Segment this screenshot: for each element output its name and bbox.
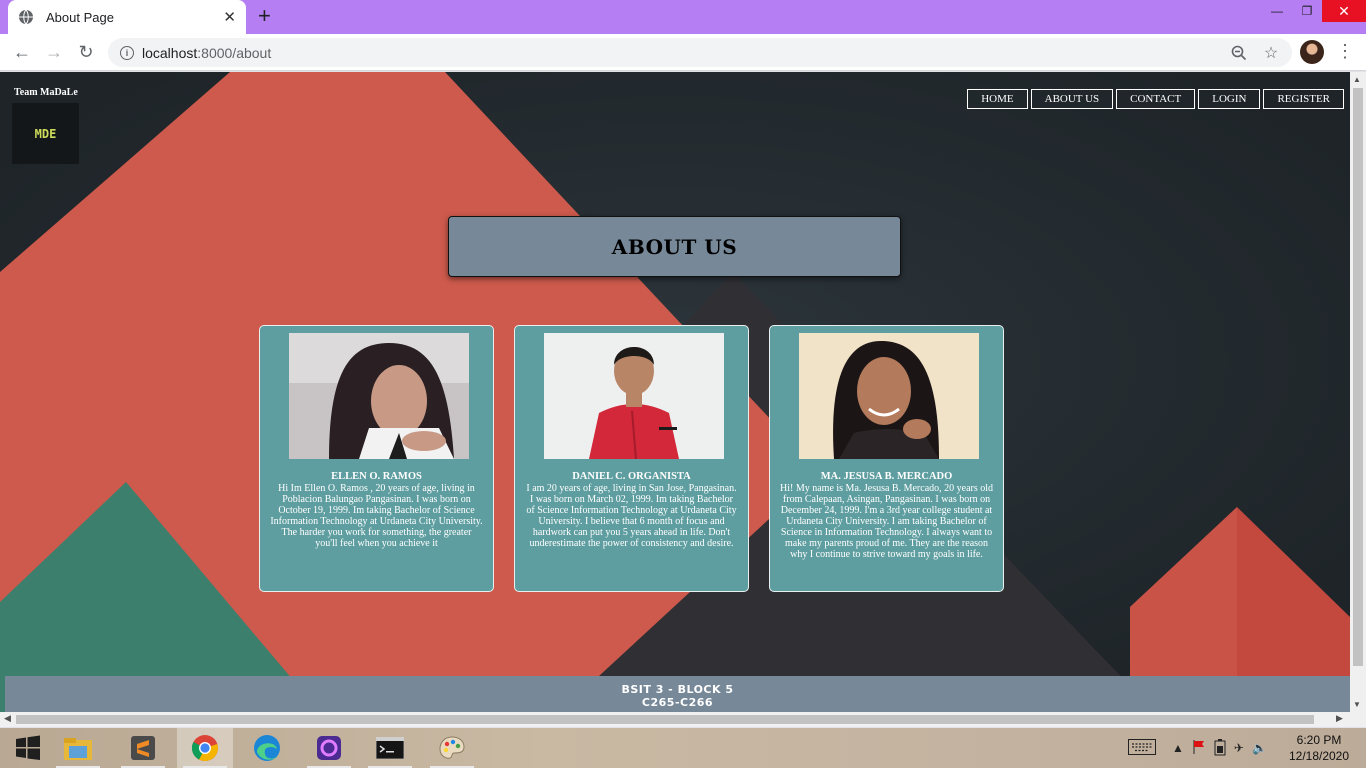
scroll-up-icon[interactable]: ▲	[1353, 75, 1361, 84]
clock-date: 12/18/2020	[1288, 749, 1350, 763]
nav-about-us[interactable]: ABOUT US	[1030, 89, 1114, 109]
battery-icon[interactable]	[1214, 738, 1226, 759]
scroll-down-icon[interactable]: ▼	[1353, 700, 1361, 709]
globe-icon	[19, 9, 33, 25]
window-controls: — ❐ ✕	[1262, 0, 1366, 22]
nav-register[interactable]: REGISTER	[1263, 89, 1344, 109]
footer-line-1: BSIT 3 - BLOCK 5	[621, 683, 734, 696]
volume-icon[interactable]: 🔈	[1252, 741, 1267, 755]
scrollbar-corner	[1350, 712, 1366, 727]
restore-icon[interactable]: ❐	[1292, 0, 1322, 22]
profile-avatar[interactable]	[1300, 40, 1324, 64]
minimize-icon[interactable]: —	[1262, 0, 1292, 22]
more-options-icon[interactable]: ⋮	[1336, 42, 1354, 60]
url-host: localhost	[142, 44, 198, 61]
member-photo	[544, 333, 724, 459]
bookmark-star-icon[interactable]: ☆	[1260, 42, 1282, 64]
back-arrow-icon[interactable]: ←	[12, 42, 32, 62]
member-bio: Hi Im Ellen O. Ramos , 20 years of age, …	[270, 483, 483, 549]
about-heading-box: ABOUT US	[448, 216, 901, 277]
nav-home[interactable]: HOME	[967, 89, 1028, 109]
airplane-mode-icon[interactable]: ✈	[1234, 741, 1244, 755]
reload-icon[interactable]: ↻	[76, 42, 96, 62]
address-bar[interactable]: i localhost:8000/about ☆	[108, 38, 1292, 67]
tab-title: About Page	[46, 9, 114, 25]
nav-login[interactable]: LOGIN	[1198, 89, 1261, 109]
member-name: MA. JESUSA B. MERCADO	[820, 471, 953, 482]
system-tray: ▲ ✈ 🔈	[1128, 728, 1267, 768]
footer-line-2: C265-C266	[641, 696, 714, 709]
chevron-up-icon[interactable]: ▲	[1172, 741, 1184, 755]
vertical-scroll-thumb[interactable]	[1353, 88, 1363, 666]
member-card: DANIEL C. ORGANISTA I am 20 years of age…	[514, 325, 749, 592]
brand-name: Team MaDaLe	[14, 87, 78, 98]
close-tab-icon[interactable]: ✕	[223, 8, 236, 26]
page-title: ABOUT US	[611, 234, 738, 259]
touch-keyboard-icon[interactable]	[1128, 738, 1156, 758]
nav-contact[interactable]: CONTACT	[1116, 89, 1196, 109]
zoom-out-icon[interactable]	[1228, 42, 1250, 64]
member-bio: Hi! My name is Ma. Jesusa B. Mercado, 20…	[780, 483, 994, 560]
start-windows-icon[interactable]	[0, 728, 56, 768]
taskbar: ▲ ✈ 🔈 6:20 PM 12/18/2020	[0, 728, 1366, 768]
new-tab-button[interactable]: +	[258, 5, 271, 27]
url-path: :8000/about	[197, 44, 272, 61]
chrome-icon[interactable]	[177, 728, 233, 768]
page-footer: BSIT 3 - BLOCK 5 C265-C266	[5, 676, 1350, 712]
horizontal-scrollbar[interactable]: ◀ ▶	[0, 712, 1350, 727]
system-clock[interactable]: 6:20 PM 12/18/2020	[1288, 732, 1350, 764]
scroll-left-icon[interactable]: ◀	[4, 713, 11, 724]
member-bio: I am 20 years of age, living in San Jose…	[526, 483, 737, 549]
page-viewport: Team MaDaLe MDE HOME ABOUT US CONTACT LO…	[0, 72, 1350, 712]
browser-toolbar: ← → ↻ i localhost:8000/about ☆ ⋮	[0, 34, 1366, 71]
phone-link-icon[interactable]	[301, 728, 357, 768]
sublime-text-icon[interactable]	[115, 728, 171, 768]
member-photo	[289, 333, 469, 459]
logo-text: MDE	[34, 126, 57, 141]
vertical-scrollbar[interactable]: ▲ ▼	[1350, 72, 1366, 712]
browser-tab-strip: About Page ✕ + — ❐ ✕	[0, 0, 1366, 34]
command-prompt-icon[interactable]	[362, 728, 418, 768]
info-icon[interactable]: i	[120, 45, 134, 60]
window-close-icon[interactable]: ✕	[1322, 0, 1366, 22]
member-card: MA. JESUSA B. MERCADO Hi! My name is Ma.…	[769, 325, 1004, 592]
paint-icon[interactable]	[424, 728, 480, 768]
member-card: ELLEN O. RAMOS Hi Im Ellen O. Ramos , 20…	[259, 325, 494, 592]
member-photo	[799, 333, 979, 459]
url-text[interactable]: localhost:8000/about	[142, 45, 1228, 61]
clock-time: 6:20 PM	[1296, 733, 1342, 747]
forward-arrow-icon[interactable]: →	[44, 42, 64, 62]
horizontal-scroll-thumb[interactable]	[16, 715, 1314, 724]
security-flag-icon[interactable]	[1192, 739, 1206, 758]
file-explorer-icon[interactable]	[50, 728, 106, 768]
member-name: DANIEL C. ORGANISTA	[572, 471, 691, 482]
scroll-right-icon[interactable]: ▶	[1336, 713, 1343, 724]
edge-icon[interactable]	[239, 728, 295, 768]
site-logo[interactable]: MDE	[12, 103, 79, 164]
main-nav: HOME ABOUT US CONTACT LOGIN REGISTER	[967, 89, 1344, 109]
member-name: ELLEN O. RAMOS	[331, 471, 422, 482]
browser-tab[interactable]: About Page ✕	[8, 0, 246, 34]
